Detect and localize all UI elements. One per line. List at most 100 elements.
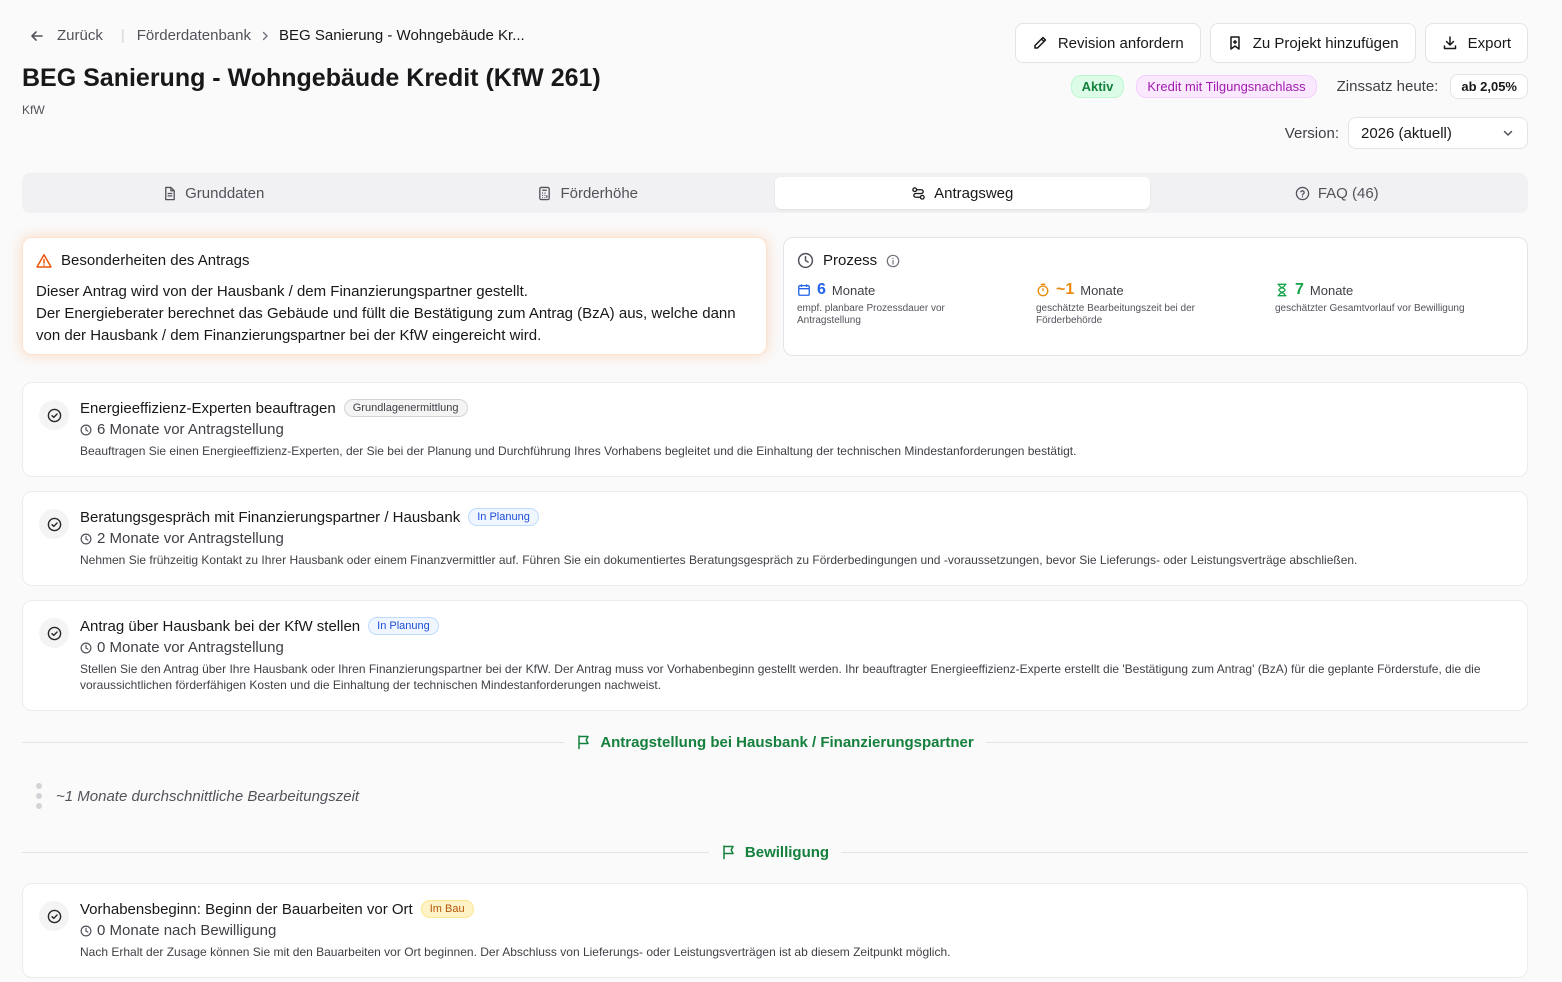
revision-button-label: Revision anfordern [1057, 34, 1184, 52]
tab-label: FAQ (46) [1317, 184, 1379, 202]
info-icon[interactable] [886, 254, 900, 268]
clock-icon [80, 424, 92, 436]
divider [22, 851, 709, 853]
phase-badge: In Planung [468, 508, 539, 526]
step-time: 2 Monate vor Antragstellung [97, 530, 284, 547]
clock-icon [80, 642, 92, 654]
milestone-label: Bewilligung [744, 843, 830, 861]
process-value: ~1 [1056, 281, 1075, 298]
status-badge: Aktiv [1070, 75, 1125, 98]
clock-icon [80, 925, 92, 937]
check-circle-icon[interactable] [39, 618, 69, 648]
tab-antragsweg[interactable]: Antragsweg [775, 177, 1150, 209]
processing-time-indicator: ~1 Monate durchschnittliche Bearbeitungs… [36, 783, 359, 809]
flag-icon [721, 844, 737, 860]
export-label: Export [1467, 34, 1511, 52]
phase-badge: Im Bau [420, 900, 474, 918]
process-planning-duration: 6 Monate empf. planbare Prozessdauer vor… [797, 281, 1036, 327]
process-desc: geschätzter Gesamtvorlauf vor Bewilligun… [1275, 303, 1465, 314]
phase-badge: In Planung [368, 617, 439, 635]
step-card[interactable]: Energieeffizienz-Experten beauftragen Gr… [22, 382, 1528, 477]
process-total-duration: 7 Monate geschätzter Gesamtvorlauf vor B… [1275, 281, 1514, 327]
step-title: Beratungsgespräch mit Finanzierungspartn… [80, 508, 461, 526]
add-to-project-label: Zu Projekt hinzufügen [1252, 34, 1399, 52]
step-card[interactable]: Vorhabensbeginn: Beginn der Bauarbeiten … [22, 883, 1528, 978]
check-circle-icon[interactable] [39, 901, 69, 931]
step-description: Stellen Sie den Antrag über Ihre Hausban… [80, 662, 1481, 692]
process-desc: geschätzte Bearbeitungszeit bei der Förd… [1036, 303, 1195, 326]
route-icon [911, 186, 926, 201]
funding-type-badge: Kredit mit Tilgungsnachlass [1136, 75, 1317, 98]
step-card[interactable]: Antrag über Hausbank bei der KfW stellen… [22, 600, 1528, 711]
calendar-icon [797, 283, 811, 297]
process-unit: Monate [831, 282, 876, 298]
milestone-application: Antragstellung bei Hausbank / Finanzieru… [22, 732, 1529, 752]
arrow-left-icon [29, 28, 45, 44]
check-circle-icon[interactable] [39, 509, 69, 539]
step-title: Antrag über Hausbank bei der KfW stellen [80, 617, 361, 635]
back-link[interactable]: Zurück [29, 27, 103, 44]
step-time: 6 Monate vor Antragstellung [97, 421, 284, 438]
tab-label: Grunddaten [185, 184, 265, 202]
step-title: Vorhabensbeginn: Beginn der Bauarbeiten … [80, 900, 413, 918]
clock-icon [797, 252, 814, 269]
phase-badge: Grundlagenermittlung [343, 399, 468, 417]
revision-button[interactable]: Revision anfordern [1014, 23, 1201, 63]
warning-icon [36, 253, 52, 269]
step-time: 0 Monate vor Antragstellung [97, 639, 284, 656]
check-circle-icon[interactable] [39, 400, 69, 430]
process-desc: empf. planbare Prozessdauer vor Antragst… [797, 303, 945, 326]
process-value: 6 [817, 281, 826, 298]
export-button[interactable]: Export [1424, 23, 1528, 63]
bookmark-plus-icon [1227, 35, 1243, 51]
chevron-down-icon [1501, 126, 1515, 140]
tab-foerderhoehe[interactable]: Förderhöhe [401, 177, 776, 209]
processing-time-text: ~1 Monate durchschnittliche Bearbeitungs… [56, 787, 360, 805]
divider [985, 741, 1529, 743]
breadcrumb: Zurück | Förderdatenbank BEG Sanierung -… [29, 27, 525, 44]
step-time: 0 Monate nach Bewilligung [97, 922, 277, 939]
version-selector: Version: 2026 (aktuell) [1285, 117, 1528, 149]
add-to-project-button[interactable]: Zu Projekt hinzufügen [1209, 23, 1416, 63]
breadcrumb-current: BEG Sanierung - Wohngebäude Kr... [279, 27, 525, 44]
interest-rate-label: Zinssatz heute: [1336, 78, 1439, 95]
special-notes-line1: Dieser Antrag wird von der Hausbank / de… [36, 283, 528, 300]
tab-label: Förderhöhe [560, 184, 639, 202]
tab-faq[interactable]: FAQ (46) [1150, 177, 1525, 209]
tab-bar: Grunddaten Förderhöhe Antragsweg FAQ (46… [22, 173, 1528, 213]
process-unit: Monate [1080, 282, 1124, 298]
chevron-right-icon [259, 30, 271, 42]
tab-grunddaten[interactable]: Grunddaten [26, 177, 401, 209]
timer-icon [1036, 283, 1050, 297]
process-title: Prozess [823, 252, 878, 269]
special-notes-line2: Der Energieberater berechnet das Gebäude… [36, 305, 736, 344]
hourglass-icon [1275, 283, 1289, 297]
clock-icon [80, 533, 92, 545]
pencil-icon [1032, 35, 1048, 51]
version-label: Version: [1284, 124, 1339, 142]
milestone-approval: Bewilligung [22, 842, 1529, 862]
process-unit: Monate [1309, 282, 1354, 298]
milestone-label: Antragstellung bei Hausbank / Finanzieru… [600, 733, 974, 751]
breadcrumb-parent-link[interactable]: Förderdatenbank [137, 27, 251, 44]
header-actions: Revision anfordern Zu Projekt hinzufügen… [1014, 23, 1528, 63]
step-title: Energieeffizienz-Experten beauftragen [80, 399, 336, 417]
step-description: Beauftragen Sie einen Energieeffizienz-E… [80, 444, 1077, 458]
process-card: Prozess 6 Monate empf. planbare Prozessd… [783, 237, 1528, 356]
page-subtitle: KfW [22, 103, 45, 117]
process-value: 7 [1295, 281, 1304, 298]
document-icon [162, 186, 177, 201]
dotted-connector [36, 783, 42, 809]
page-title: BEG Sanierung - Wohngebäude Kredit (KfW … [22, 64, 601, 92]
special-notes-card: Besonderheiten des Antrags Dieser Antrag… [22, 237, 767, 355]
calculator-icon [537, 186, 552, 201]
help-circle-icon [1295, 186, 1310, 201]
tab-label: Antragsweg [934, 184, 1014, 202]
process-authority-duration: ~1 Monate geschätzte Bearbeitungszeit be… [1036, 281, 1275, 327]
version-select-value: 2026 (aktuell) [1361, 124, 1452, 142]
version-select[interactable]: 2026 (aktuell) [1348, 117, 1528, 149]
divider [841, 851, 1529, 853]
step-card[interactable]: Beratungsgespräch mit Finanzierungspartn… [22, 491, 1528, 586]
step-description: Nehmen Sie frühzeitig Kontakt zu Ihrer H… [80, 553, 1358, 567]
interest-rate-value: ab 2,05% [1450, 74, 1528, 99]
